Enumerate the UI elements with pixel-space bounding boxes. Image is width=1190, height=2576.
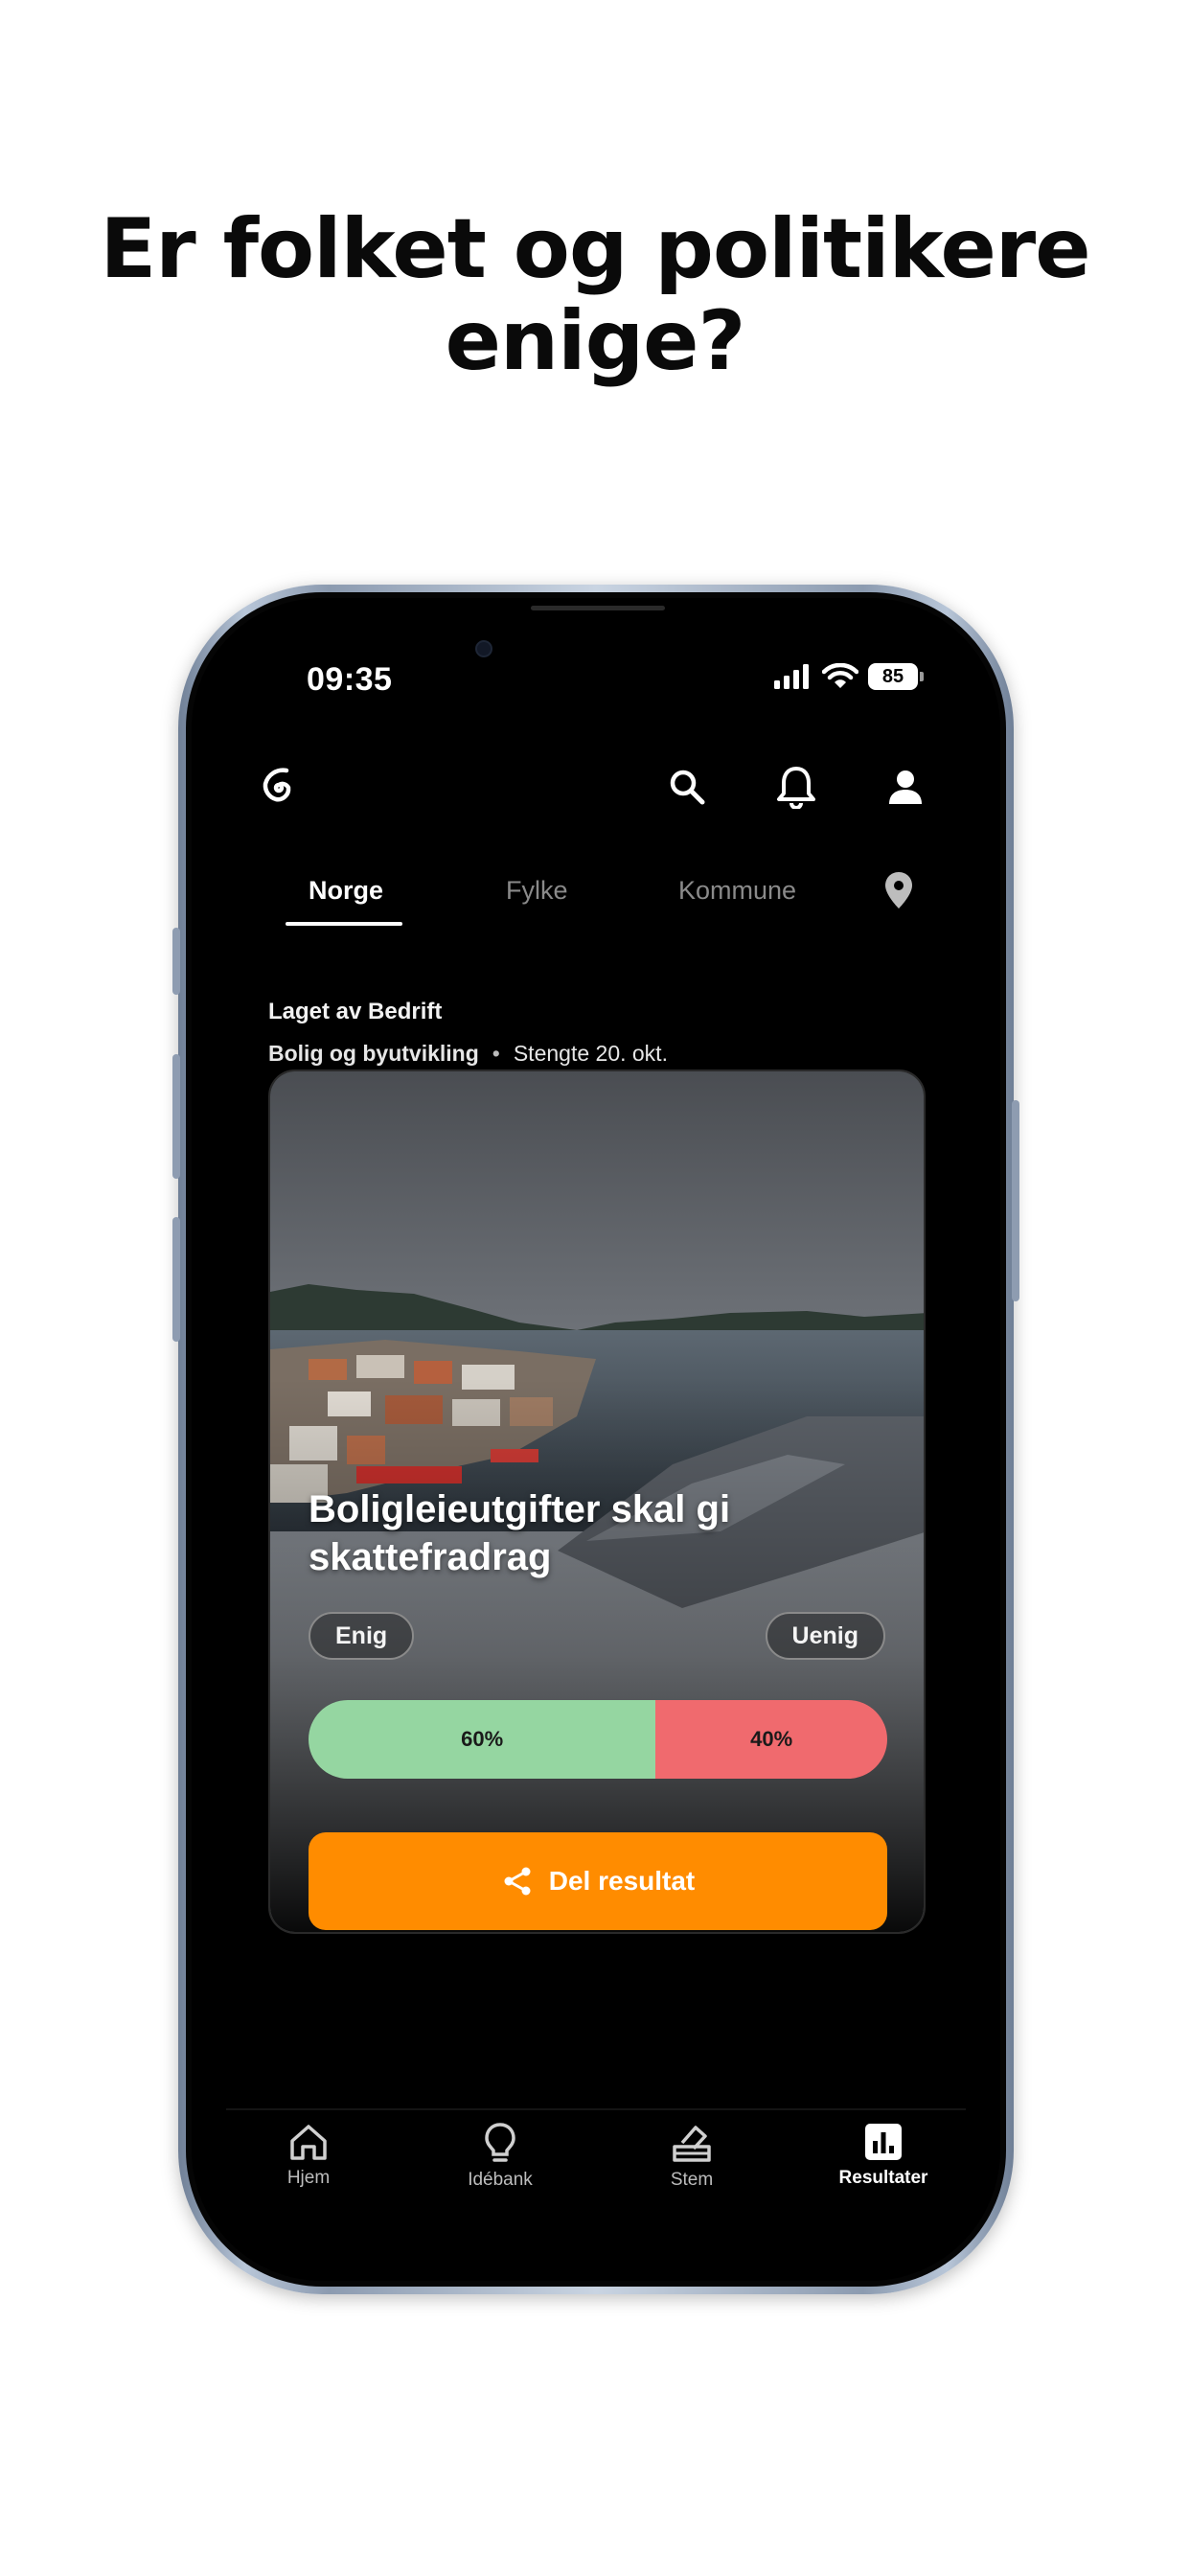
nav-item-hjem[interactable]: Hjem (232, 2122, 385, 2189)
nav-item-idebank[interactable]: Idébank (423, 2122, 577, 2191)
volume-up-button (172, 1054, 180, 1179)
nav-item-resultater[interactable]: Resultater (807, 2122, 960, 2189)
agree-label: Enig (309, 1612, 415, 1660)
disagree-label: Uenig (765, 1612, 885, 1660)
tab-kommune[interactable]: Kommune (678, 876, 796, 906)
status-icons: 85 (774, 663, 924, 690)
bottom-nav-divider (226, 2108, 966, 2110)
nav-label-hjem: Hjem (286, 2168, 331, 2188)
headline-line-1: Er folket og politikere (100, 201, 1090, 297)
user-icon[interactable] (881, 763, 929, 811)
search-icon[interactable] (663, 763, 711, 811)
ballot-box-icon (673, 2126, 711, 2162)
lightbulb-icon (485, 2123, 515, 2162)
nav-label-resultater: Resultater (838, 2168, 928, 2188)
poll-meta: Bolig og byutvikling • Stengte 20. okt. (268, 1041, 668, 1067)
bottom-navigation: Hjem Idébank Stem Resultater (192, 2122, 1000, 2237)
spiral-logo-icon[interactable] (259, 765, 305, 811)
share-icon (504, 1867, 531, 1896)
tab-norge[interactable]: Norge (309, 876, 383, 906)
wifi-icon (822, 663, 858, 688)
marketing-headline: Er folket og politikere enige? (0, 203, 1190, 387)
cellular-signal-icon (774, 664, 809, 689)
bell-icon[interactable] (772, 763, 820, 811)
earpiece-speaker (531, 606, 665, 610)
nav-label-stem: Stem (670, 2170, 714, 2190)
share-result-button[interactable]: Del resultat (309, 1832, 887, 1930)
poll-closed-date: Stengte 20. okt. (513, 1041, 668, 1066)
power-button (1012, 1100, 1019, 1301)
volume-down-button (172, 1217, 180, 1342)
meta-separator: • (492, 1041, 500, 1066)
battery-indicator: 85 (868, 663, 924, 690)
poll-result-card[interactable]: Boligleieutgifter skal gi skattefradrag … (268, 1070, 926, 1934)
front-camera (475, 640, 492, 657)
active-tab-indicator (286, 922, 402, 926)
agree-segment: 60% (309, 1700, 656, 1779)
poll-category: Bolig og byutvikling (268, 1041, 479, 1066)
share-button-label: Del resultat (548, 1866, 696, 1896)
poll-creator: Laget av Bedrift (268, 999, 443, 1024)
nav-item-stem[interactable]: Stem (615, 2122, 768, 2191)
tab-fylke[interactable]: Fylke (506, 876, 568, 906)
poll-title: Boligleieutgifter skal gi skattefradrag (309, 1488, 731, 1578)
result-bar: 60% 40% (309, 1700, 887, 1779)
disagree-segment: 40% (655, 1700, 887, 1779)
nav-label-idebank: Idébank (468, 2170, 533, 2190)
home-icon (290, 2125, 327, 2160)
action-button (172, 928, 180, 995)
phone-screen: 09:35 85 Norge Fylke Kommune Laget av Be… (192, 598, 1000, 2281)
headline-line-2: enige? (445, 293, 746, 389)
location-pin-icon[interactable] (883, 870, 914, 910)
bar-chart-icon (865, 2124, 902, 2160)
status-time: 09:35 (307, 661, 393, 698)
